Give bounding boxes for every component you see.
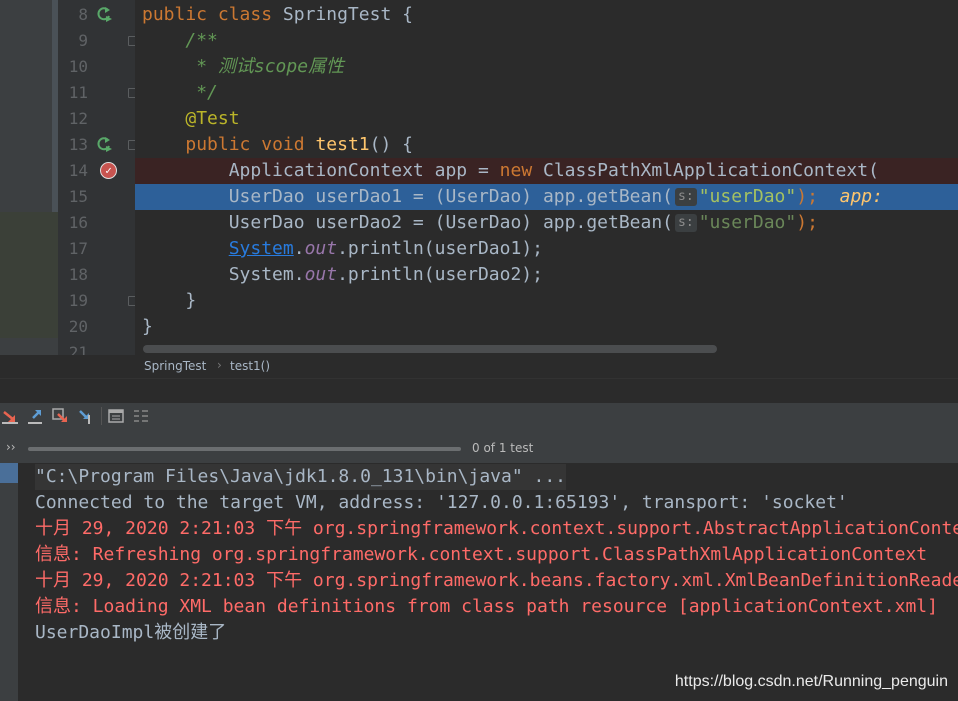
console-line: Connected to the target VM, address: '12… (35, 492, 848, 513)
code-line: System.out.println(userDao1); (228, 238, 543, 259)
debug-toolbar (0, 402, 958, 432)
step-out-icon[interactable] (77, 408, 93, 424)
force-step-into-icon[interactable] (52, 408, 68, 424)
line-number: 16 (68, 213, 88, 232)
horizontal-scrollbar[interactable] (143, 345, 717, 353)
code-line: public class SpringTest { (142, 4, 413, 25)
line-number: 20 (68, 317, 88, 336)
step-over-icon[interactable] (2, 408, 18, 424)
panel-separator (0, 378, 958, 403)
panel-highlight (0, 212, 58, 338)
breadcrumb-separator: › (217, 358, 222, 372)
trace-icon[interactable] (133, 408, 149, 424)
line-number: 10 (68, 57, 88, 76)
code-line: UserDao userDao2 = (UserDao) app.getBean… (228, 212, 818, 233)
step-into-icon[interactable] (27, 408, 43, 424)
test-progress-bar (28, 447, 461, 451)
breadcrumb: SpringTest › test1() (0, 355, 958, 378)
expand-chevron-icon[interactable]: ›› (6, 440, 16, 454)
code-line: } (142, 316, 153, 337)
evaluate-icon[interactable] (108, 408, 124, 424)
code-line: public void test1() { (185, 134, 413, 155)
rerun-icon[interactable] (96, 6, 112, 22)
line-number: 11 (68, 83, 88, 102)
param-hint: s: (675, 188, 697, 206)
line-number: 19 (68, 291, 88, 310)
rerun-icon[interactable] (96, 136, 112, 152)
code-line: * 测试scope属性 (185, 56, 345, 77)
console-output[interactable]: "C:\Program Files\Java\jdk1.8.0_131\bin\… (18, 463, 958, 701)
line-number: 9 (78, 31, 88, 50)
line-number: 8 (78, 5, 88, 24)
breadcrumb-method[interactable]: test1() (230, 359, 270, 373)
line-number: 17 (68, 239, 88, 258)
project-panel-strip (0, 0, 58, 378)
breakpoint-line: ApplicationContext app = new ClassPathXm… (135, 158, 958, 184)
code-line: } (185, 290, 197, 311)
console-line: 信息: Refreshing org.springframework.conte… (35, 544, 928, 565)
code-line: @Test (185, 108, 240, 129)
line-number: 15 (68, 187, 88, 206)
console-side-strip (0, 463, 18, 701)
console-line: "C:\Program Files\Java\jdk1.8.0_131\bin\… (35, 464, 567, 490)
line-number: 21 (68, 343, 88, 355)
console-line: 信息: Loading XML bean definitions from cl… (35, 596, 938, 617)
breakpoint-icon[interactable]: ✓ (100, 162, 117, 179)
line-number: 14 (68, 161, 88, 180)
console-line: UserDaoImpl被创建了 (35, 622, 227, 643)
line-number: 18 (68, 265, 88, 284)
debug-inline-value: app: (839, 186, 883, 207)
breadcrumb-class[interactable]: SpringTest (144, 359, 206, 373)
watermark: https://blog.csdn.net/Running_penguin (674, 673, 948, 690)
console-line: 十月 29, 2020 2:21:03 下午 org.springframewo… (35, 518, 958, 539)
test-count-label: 0 of 1 test (472, 441, 534, 455)
code-editor[interactable]: public class SpringTest { /** * 测试scope属… (135, 0, 958, 355)
toolbar-divider (101, 407, 102, 425)
param-hint: s: (675, 214, 697, 232)
code-line: System.out.println(userDao2); (228, 264, 543, 285)
line-number: 13 (68, 135, 88, 154)
system-link[interactable]: System (229, 238, 294, 259)
code-line: */ (185, 82, 218, 103)
execution-line: UserDao userDao1 = (UserDao) app.getBean… (135, 184, 958, 210)
console-line: 十月 29, 2020 2:21:03 下午 org.springframewo… (35, 570, 958, 591)
code-line: /** (185, 30, 218, 51)
line-number: 12 (68, 109, 88, 128)
test-tree-selection[interactable] (0, 463, 18, 483)
